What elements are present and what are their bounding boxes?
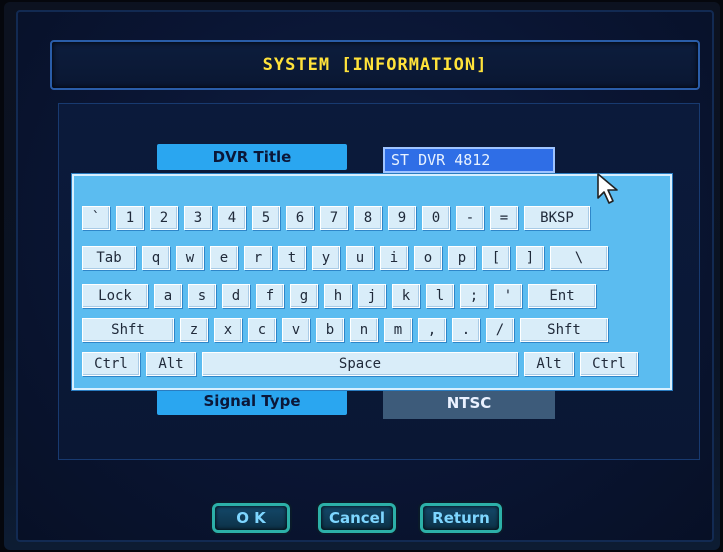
key-right-shift[interactable]: Shft xyxy=(520,318,608,342)
key-f[interactable]: f xyxy=(256,284,284,308)
key-minus[interactable]: - xyxy=(456,206,484,230)
dialog-buttons: O K Cancel Return xyxy=(0,503,723,537)
key-slash[interactable]: / xyxy=(486,318,514,342)
key-space[interactable]: Space xyxy=(202,352,518,376)
key-left-ctrl[interactable]: Ctrl xyxy=(82,352,140,376)
key-5[interactable]: 5 xyxy=(252,206,280,230)
key-left-alt[interactable]: Alt xyxy=(146,352,196,376)
key-backslash[interactable]: \ xyxy=(550,246,608,270)
key-m[interactable]: m xyxy=(384,318,412,342)
keyboard-row-2: Tab q w e r t y u i o p [ ] \ xyxy=(82,246,608,272)
key-left-bracket[interactable]: [ xyxy=(482,246,510,270)
key-left-shift[interactable]: Shft xyxy=(82,318,174,342)
key-s[interactable]: s xyxy=(188,284,216,308)
key-quote[interactable]: ' xyxy=(494,284,522,308)
key-0[interactable]: 0 xyxy=(422,206,450,230)
mouse-pointer-icon xyxy=(596,172,622,210)
key-p[interactable]: p xyxy=(448,246,476,270)
key-period[interactable]: . xyxy=(452,318,480,342)
key-x[interactable]: x xyxy=(214,318,242,342)
return-button[interactable]: Return xyxy=(420,503,502,533)
key-1[interactable]: 1 xyxy=(116,206,144,230)
key-8[interactable]: 8 xyxy=(354,206,382,230)
keyboard-row-5: Ctrl Alt Space Alt Ctrl xyxy=(82,352,638,378)
key-a[interactable]: a xyxy=(154,284,182,308)
key-t[interactable]: t xyxy=(278,246,306,270)
key-tab[interactable]: Tab xyxy=(82,246,136,270)
key-z[interactable]: z xyxy=(180,318,208,342)
key-4[interactable]: 4 xyxy=(218,206,246,230)
key-u[interactable]: u xyxy=(346,246,374,270)
key-i[interactable]: i xyxy=(380,246,408,270)
on-screen-keyboard: ` 1 2 3 4 5 6 7 8 9 0 - = BKSP Tab q w e… xyxy=(72,174,672,390)
key-equals[interactable]: = xyxy=(490,206,518,230)
key-y[interactable]: y xyxy=(312,246,340,270)
key-o[interactable]: o xyxy=(414,246,442,270)
key-9[interactable]: 9 xyxy=(388,206,416,230)
dvr-title-label: DVR Title xyxy=(157,144,347,170)
key-backtick[interactable]: ` xyxy=(82,206,110,230)
page-title: SYSTEM [INFORMATION] xyxy=(262,55,488,75)
key-k[interactable]: k xyxy=(392,284,420,308)
key-right-ctrl[interactable]: Ctrl xyxy=(580,352,638,376)
key-e[interactable]: e xyxy=(210,246,238,270)
key-semicolon[interactable]: ; xyxy=(460,284,488,308)
key-q[interactable]: q xyxy=(142,246,170,270)
keyboard-row-3: Lock a s d f g h j k l ; ' Ent xyxy=(82,284,596,310)
key-2[interactable]: 2 xyxy=(150,206,178,230)
key-b[interactable]: b xyxy=(316,318,344,342)
key-w[interactable]: w xyxy=(176,246,204,270)
key-6[interactable]: 6 xyxy=(286,206,314,230)
signal-type-select[interactable]: NTSC xyxy=(383,387,555,419)
keyboard-row-1: ` 1 2 3 4 5 6 7 8 9 0 - = BKSP xyxy=(82,206,590,232)
key-3[interactable]: 3 xyxy=(184,206,212,230)
key-j[interactable]: j xyxy=(358,284,386,308)
key-g[interactable]: g xyxy=(290,284,318,308)
key-r[interactable]: r xyxy=(244,246,272,270)
key-caps-lock[interactable]: Lock xyxy=(82,284,148,308)
key-v[interactable]: v xyxy=(282,318,310,342)
keyboard-row-4: Shft z x c v b n m , . / Shft xyxy=(82,318,608,344)
key-n[interactable]: n xyxy=(350,318,378,342)
key-c[interactable]: c xyxy=(248,318,276,342)
key-l[interactable]: l xyxy=(426,284,454,308)
key-7[interactable]: 7 xyxy=(320,206,348,230)
key-h[interactable]: h xyxy=(324,284,352,308)
key-right-alt[interactable]: Alt xyxy=(524,352,574,376)
key-backspace[interactable]: BKSP xyxy=(524,206,590,230)
key-right-bracket[interactable]: ] xyxy=(516,246,544,270)
title-bar: SYSTEM [INFORMATION] xyxy=(50,40,700,90)
dvr-title-input[interactable]: ST DVR 4812 xyxy=(383,147,555,173)
key-d[interactable]: d xyxy=(222,284,250,308)
cancel-button[interactable]: Cancel xyxy=(318,503,396,533)
key-comma[interactable]: , xyxy=(418,318,446,342)
signal-type-label: Signal Type xyxy=(157,387,347,415)
ok-button[interactable]: O K xyxy=(212,503,290,533)
key-enter[interactable]: Ent xyxy=(528,284,596,308)
